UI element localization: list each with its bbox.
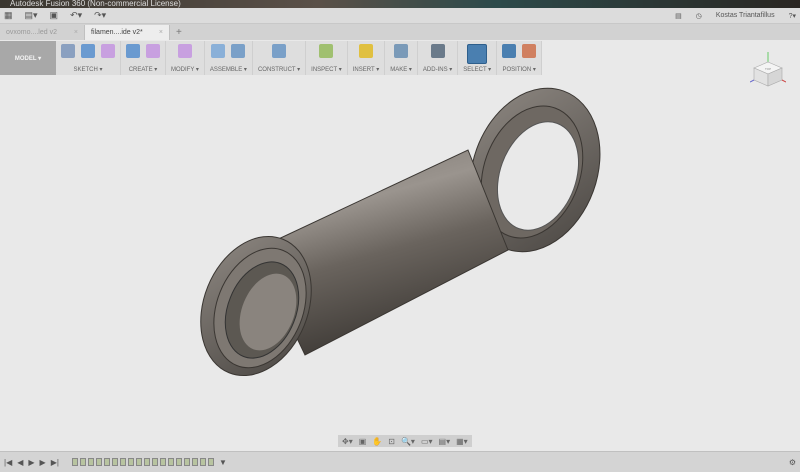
- tool-icon[interactable]: [430, 44, 445, 58]
- file-icon[interactable]: ▤▾: [25, 10, 38, 21]
- timeline-feature[interactable]: [151, 458, 158, 466]
- tab-label: ovxomo....led v2: [6, 29, 57, 36]
- toolbar-group-label[interactable]: INSERT ▾: [353, 66, 379, 73]
- tool-icon[interactable]: [61, 44, 75, 58]
- grid-icon[interactable]: ▦: [4, 10, 13, 21]
- toolbar: MODEL ▾ SKETCH ▾ CREATE ▾ MODIFY ▾ ASSEMBLE…: [0, 41, 543, 75]
- timeline-feature[interactable]: [95, 458, 102, 466]
- toolbar-group-make[interactable]: MAKE ▾: [385, 41, 418, 75]
- toolbar-group-label[interactable]: POSITION ▾: [503, 66, 536, 73]
- toolbar-group-add-ins[interactable]: ADD-INS ▾: [418, 41, 459, 75]
- toolbar-group-label[interactable]: ADD-INS ▾: [423, 66, 452, 73]
- save-icon[interactable]: ▣: [50, 10, 59, 21]
- toolbar-group-label[interactable]: SELECT ▾: [463, 66, 491, 73]
- new-tab-button[interactable]: +: [170, 25, 188, 40]
- notification-icon[interactable]: ▤: [675, 12, 682, 20]
- timeline-feature[interactable]: [119, 458, 126, 466]
- user-menu[interactable]: Kostas Triantafillus: [716, 12, 775, 19]
- timeline-feature[interactable]: [167, 458, 174, 466]
- tool-icon[interactable]: [126, 44, 140, 58]
- tool-icon[interactable]: [81, 44, 95, 58]
- tool-icon[interactable]: [101, 44, 115, 58]
- navigation-bar: ✥▾ ▣ ✋ ⊡ 🔍▾ ▭▾ ▤▾ ▦▾: [338, 435, 472, 447]
- tool-icon[interactable]: [177, 44, 192, 58]
- timeline-feature[interactable]: [135, 458, 142, 466]
- timeline: |◀ ◀ ▶ ▶ ▶| ▼ ⚙: [0, 451, 800, 472]
- timeline-control[interactable]: |◀: [4, 458, 12, 467]
- timeline-control[interactable]: ▶: [28, 458, 34, 467]
- tool-icon[interactable]: [231, 44, 246, 58]
- redo-icon[interactable]: ↷▾: [94, 10, 106, 21]
- toolbar-group-modify[interactable]: MODIFY ▾: [166, 41, 205, 75]
- viewcube-label: TOP: [765, 67, 771, 71]
- timeline-feature[interactable]: [111, 458, 118, 466]
- zoom-icon[interactable]: 🔍▾: [401, 437, 415, 446]
- orbit-icon[interactable]: ✥▾: [342, 437, 353, 446]
- window-title: Autodesk Fusion 360 (Non-commercial Lice…: [0, 0, 800, 8]
- timeline-feature[interactable]: [103, 458, 110, 466]
- tool-icon[interactable]: [146, 44, 160, 58]
- toolbar-group-inspect[interactable]: INSPECT ▾: [306, 41, 348, 75]
- toolbar-group-label[interactable]: CREATE ▾: [129, 66, 158, 73]
- timeline-feature[interactable]: [175, 458, 182, 466]
- grid-settings-icon[interactable]: ▦▾: [456, 437, 468, 446]
- display-settings-icon[interactable]: ▭▾: [421, 437, 433, 446]
- tab-document-1[interactable]: ovxomo....led v2 ×: [0, 25, 85, 40]
- history-icon[interactable]: ◷: [696, 12, 702, 20]
- close-icon[interactable]: ×: [74, 29, 78, 36]
- toolbar-group-label[interactable]: SKETCH ▾: [73, 66, 102, 73]
- tool-icon[interactable]: [319, 44, 334, 58]
- look-at-icon[interactable]: ▣: [359, 437, 367, 446]
- tab-label: filamen....ide v2*: [91, 29, 143, 36]
- timeline-feature[interactable]: [71, 458, 78, 466]
- toolbar-group-label[interactable]: INSPECT ▾: [311, 66, 342, 73]
- timeline-feature[interactable]: [159, 458, 166, 466]
- timeline-feature[interactable]: [127, 458, 134, 466]
- timeline-control[interactable]: ▶: [40, 458, 46, 467]
- zoom-window-icon[interactable]: ⊡: [388, 437, 395, 446]
- visual-style-icon[interactable]: ▤▾: [439, 437, 451, 446]
- tool-icon[interactable]: [211, 44, 226, 58]
- toolbar-group-sketch[interactable]: SKETCH ▾: [56, 41, 121, 75]
- toolbar-group-label[interactable]: CONSTRUCT ▾: [258, 66, 300, 73]
- toolbar-group-label[interactable]: MAKE ▾: [390, 66, 412, 73]
- help-icon[interactable]: ?▾: [789, 12, 796, 20]
- timeline-control[interactable]: ◀: [17, 458, 23, 467]
- timeline-control[interactable]: ▶|: [51, 458, 59, 467]
- tab-document-2[interactable]: filamen....ide v2* ×: [85, 25, 170, 40]
- tool-icon[interactable]: [522, 44, 537, 58]
- timeline-marker[interactable]: ▼: [219, 458, 227, 467]
- timeline-feature[interactable]: [87, 458, 94, 466]
- gear-icon[interactable]: ⚙: [789, 458, 796, 467]
- toolbar-group-assemble[interactable]: ASSEMBLE ▾: [205, 41, 253, 75]
- toolbar-group-label[interactable]: MODIFY ▾: [171, 66, 199, 73]
- tool-icon[interactable]: [502, 44, 517, 58]
- tool-icon[interactable]: [394, 44, 409, 58]
- timeline-feature[interactable]: [199, 458, 206, 466]
- toolbar-group-insert[interactable]: INSERT ▾: [348, 41, 386, 75]
- 3d-model-spool[interactable]: [0, 75, 800, 435]
- toolbar-group-label[interactable]: ASSEMBLE ▾: [210, 66, 247, 73]
- close-icon[interactable]: ×: [159, 29, 163, 36]
- timeline-feature[interactable]: [183, 458, 190, 466]
- undo-icon[interactable]: ↶▾: [70, 10, 82, 21]
- toolbar-group-construct[interactable]: CONSTRUCT ▾: [253, 41, 307, 75]
- timeline-feature[interactable]: [207, 458, 214, 466]
- timeline-feature[interactable]: [191, 458, 198, 466]
- workspace-switcher[interactable]: MODEL ▾: [0, 41, 56, 75]
- timeline-feature[interactable]: [79, 458, 86, 466]
- timeline-feature[interactable]: [143, 458, 150, 466]
- toolbar-group-select[interactable]: SELECT ▾: [458, 41, 498, 75]
- pan-icon[interactable]: ✋: [372, 437, 382, 446]
- tool-icon[interactable]: [467, 44, 488, 64]
- document-tabs: ovxomo....led v2 × filamen....ide v2* × +: [0, 24, 800, 40]
- toolbar-group-create[interactable]: CREATE ▾: [121, 41, 166, 75]
- tool-icon[interactable]: [358, 44, 373, 58]
- tool-icon[interactable]: [272, 44, 287, 58]
- toolbar-group-position[interactable]: POSITION ▾: [497, 41, 543, 75]
- quick-access-bar: ▦ ▤▾ ▣ ↶▾ ↷▾ ▤ ◷ Kostas Triantafillus ?▾: [0, 8, 800, 24]
